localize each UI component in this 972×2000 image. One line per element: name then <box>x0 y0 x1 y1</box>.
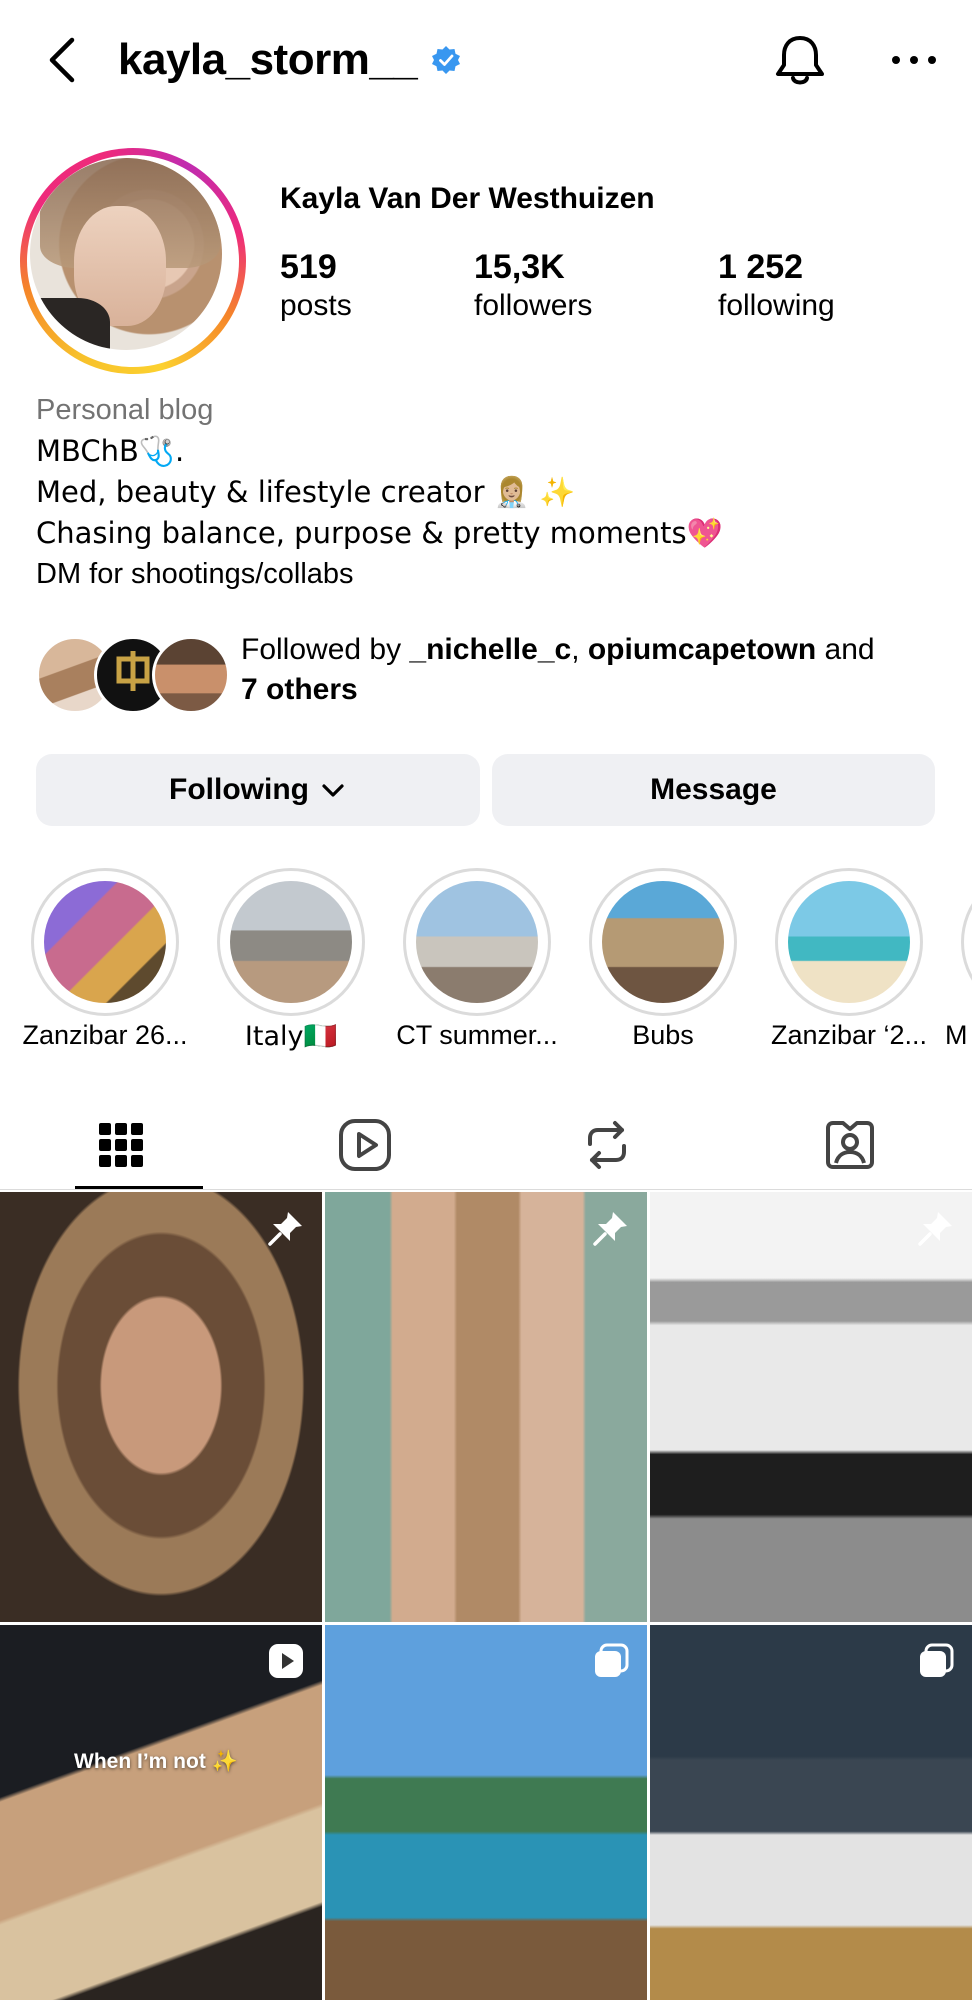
bio-line: DM for shootings/collabs <box>36 558 354 590</box>
highlight-label: Zanzibar ‘2... <box>770 1020 928 1050</box>
stat-value: 1 252 <box>718 248 804 286</box>
reel-icon <box>269 1644 303 1678</box>
stat-value: 15,3K <box>474 248 565 286</box>
tagged-icon <box>826 1121 874 1169</box>
story-highlight[interactable] <box>961 868 972 1016</box>
stat-label: following <box>718 289 835 322</box>
story-highlight[interactable] <box>589 868 737 1016</box>
highlight-cover <box>602 881 724 1003</box>
highlight-label: Zanzibar 26... <box>22 1020 188 1050</box>
mutual-others-link[interactable]: 7 others <box>241 673 358 706</box>
bell-icon <box>776 36 824 85</box>
post-tile[interactable] <box>325 1625 647 2000</box>
avatar <box>152 636 230 714</box>
chevron-left-icon <box>49 37 75 83</box>
highlight-cover <box>44 881 166 1003</box>
highlight-label: CT summer... <box>396 1020 558 1050</box>
tab-posts-grid[interactable] <box>61 1100 181 1190</box>
post-tile[interactable] <box>325 1192 647 1622</box>
profile-full-name: Kayla Van Der Westhuizen <box>280 182 655 215</box>
story-highlight[interactable] <box>31 868 179 1016</box>
message-label: Message <box>650 773 777 806</box>
highlight-label: M <box>945 1020 968 1050</box>
more-options-button[interactable] <box>884 30 944 90</box>
stat-label: followers <box>474 289 593 322</box>
tab-reels[interactable] <box>305 1100 425 1190</box>
highlight-label: Bubs <box>632 1020 694 1050</box>
post-tile[interactable] <box>0 1625 322 2000</box>
profile-category: Personal blog <box>36 394 214 426</box>
mutual-user-link[interactable]: opiumcapetown <box>588 633 816 666</box>
message-button[interactable]: Message <box>492 754 935 826</box>
username: kayla_storm__ <box>118 35 418 84</box>
tabs-divider <box>0 1189 972 1190</box>
more-horizontal-icon <box>892 56 936 64</box>
posts-count[interactable]: 519 posts <box>280 246 352 324</box>
highlight-label: Italy🇮🇹 <box>244 1021 338 1052</box>
following-label: Following <box>169 773 309 806</box>
bio-line: MBChB🩺. <box>36 434 185 468</box>
separator: , <box>571 633 588 666</box>
highlight-cover <box>416 881 538 1003</box>
chevron-down-icon <box>322 784 344 797</box>
verified-badge-icon <box>432 46 461 74</box>
story-highlight[interactable] <box>775 868 923 1016</box>
active-tab-indicator <box>75 1186 203 1189</box>
conjunction: and <box>816 633 875 666</box>
post-caption-overlay: When I’m not ✨ <box>74 1750 238 1773</box>
story-highlight[interactable] <box>217 868 365 1016</box>
followers-count[interactable]: 15,3K followers <box>474 246 592 324</box>
reposts-icon <box>588 1121 626 1169</box>
bio-line: Chasing balance, purpose & pretty moment… <box>36 516 723 550</box>
carousel-icon <box>595 1643 629 1677</box>
grid-icon <box>99 1123 143 1167</box>
stat-value: 519 <box>280 248 337 286</box>
story-highlight[interactable] <box>403 868 551 1016</box>
pin-icon <box>268 1212 302 1246</box>
profile-username-header: kayla_storm__ <box>118 30 461 90</box>
following-button[interactable]: Following <box>36 754 480 826</box>
pin-icon <box>593 1212 627 1246</box>
followed-by-prefix: Followed by <box>241 633 410 666</box>
mutual-user-link[interactable]: _nichelle_c <box>409 633 571 666</box>
reels-icon <box>339 1119 391 1171</box>
highlight-cover <box>230 881 352 1003</box>
tab-tagged[interactable] <box>790 1100 910 1190</box>
bio-line: Med, beauty & lifestyle creator 👩🏼‍⚕️ ✨ <box>36 475 576 509</box>
profile-avatar[interactable] <box>20 148 246 374</box>
highlight-cover <box>788 881 910 1003</box>
stat-label: posts <box>280 289 352 322</box>
pin-icon <box>918 1212 952 1246</box>
tab-reposts[interactable] <box>547 1100 667 1190</box>
followed-by-text[interactable]: Followed by _nichelle_c, opiumcapetown a… <box>241 630 941 710</box>
back-button[interactable] <box>40 28 88 92</box>
mutual-followers-avatars[interactable] <box>36 636 230 714</box>
following-count[interactable]: 1 252 following <box>718 246 835 324</box>
carousel-icon <box>920 1643 954 1677</box>
post-tile[interactable] <box>650 1192 972 1622</box>
post-tile[interactable] <box>650 1625 972 2000</box>
notifications-button[interactable] <box>770 28 830 92</box>
post-tile[interactable] <box>0 1192 322 1622</box>
profile-bio: Personal blog MBChB🩺. Med, beauty & life… <box>36 390 723 595</box>
avatar-photo <box>30 158 222 350</box>
